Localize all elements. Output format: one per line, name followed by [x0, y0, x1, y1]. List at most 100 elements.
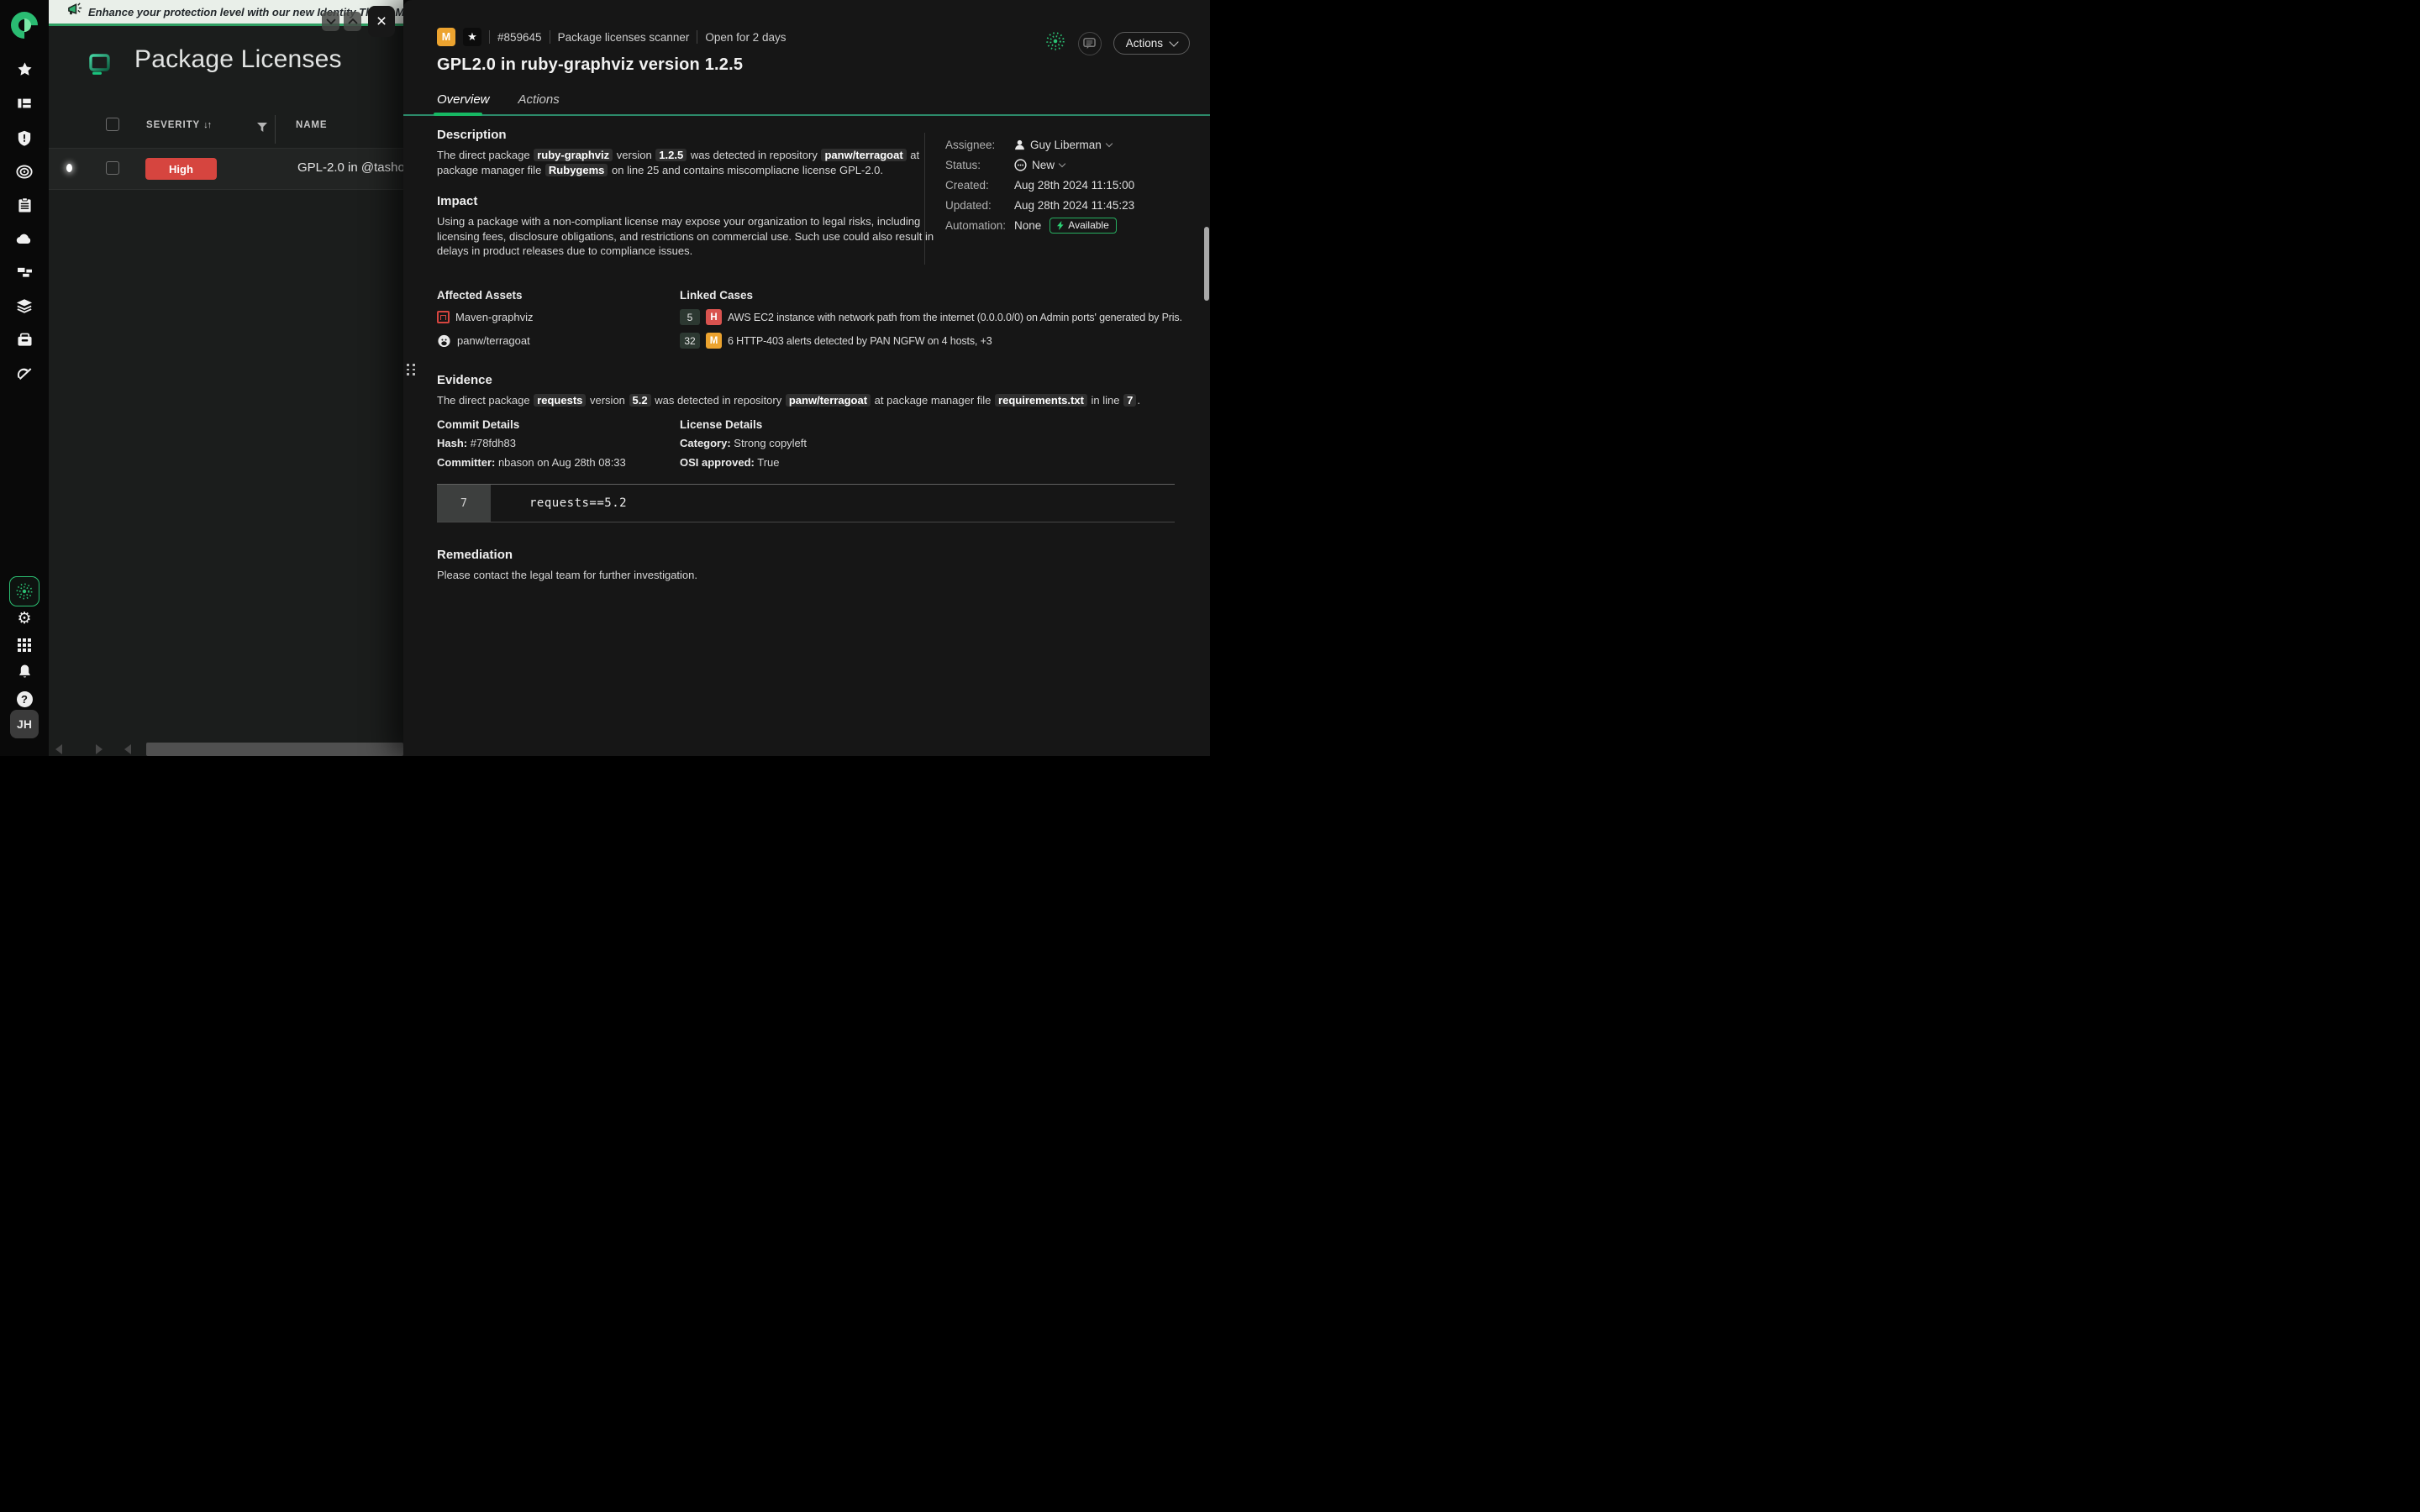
automation-available-button[interactable]: Available — [1050, 218, 1116, 234]
package-licenses-panel: Package Licenses SEVERITY↓↑ NAME High GP… — [49, 0, 403, 756]
favorite-star-button[interactable]: ★ — [463, 28, 481, 46]
license-details-heading: License Details — [680, 418, 762, 431]
gear-icon[interactable]: ⚙ — [16, 610, 33, 627]
hash-value: #78fdh83 — [467, 437, 516, 449]
scroll-left-arrow[interactable] — [55, 744, 62, 754]
committer-label: Committer: — [437, 456, 495, 469]
row-checkbox[interactable] — [106, 161, 119, 175]
issue-source: Package licenses scanner — [558, 31, 690, 44]
dashboard-icon[interactable] — [16, 95, 33, 112]
created-label: Created: — [945, 179, 1014, 192]
tab-underline — [403, 114, 1210, 116]
panel-resize-handle[interactable] — [406, 361, 416, 378]
active-module-dotted-burst-icon[interactable] — [9, 576, 39, 606]
cortex-logo[interactable] — [11, 12, 38, 39]
meta-sidebar: Assignee: Guy Liberman Status: New Creat… — [945, 135, 1134, 236]
assignee-label: Assignee: — [945, 139, 1014, 151]
bullseye-icon[interactable] — [16, 163, 33, 180]
tab-overview[interactable]: Overview — [437, 92, 490, 115]
scroll-right-arrow[interactable] — [96, 744, 103, 754]
linked-case-item[interactable]: 5 H AWS EC2 instance with network path f… — [680, 309, 1181, 325]
blocks-icon[interactable] — [16, 264, 33, 281]
module-monitor-icon — [89, 54, 110, 80]
column-divider — [275, 115, 276, 144]
code-line-number: 7 — [437, 485, 491, 522]
scroll-step-arrow[interactable] — [124, 744, 131, 754]
case-severity-badge-high: H — [706, 309, 722, 325]
evidence-text: The direct package requests version 5.2 … — [437, 393, 1176, 408]
severity-badge: High — [145, 158, 217, 180]
comments-button[interactable] — [1078, 32, 1102, 55]
actions-button[interactable]: Actions — [1113, 32, 1190, 55]
unread-dot — [66, 164, 72, 172]
user-avatar[interactable]: JH — [10, 710, 39, 738]
remediation-text: Please contact the legal team for furthe… — [437, 568, 697, 583]
next-issue-button[interactable] — [322, 12, 339, 31]
case-id: #859645 — [497, 31, 542, 44]
updated-label: Updated: — [945, 199, 1014, 212]
remediation-heading: Remediation — [437, 548, 513, 562]
header-actions: Actions — [1044, 30, 1190, 56]
select-all-checkbox[interactable] — [106, 118, 119, 131]
category-value: Strong copyleft — [731, 437, 807, 449]
panel-title: Package Licenses — [134, 45, 342, 74]
case-count-badge: 5 — [680, 309, 700, 325]
close-panel-button[interactable]: × — [368, 6, 395, 37]
bell-icon[interactable] — [16, 663, 33, 680]
case-count-badge: 32 — [680, 333, 700, 349]
person-icon — [1014, 139, 1025, 150]
column-name[interactable]: NAME — [296, 120, 327, 130]
created-value: Aug 28th 2024 11:15:00 — [1014, 179, 1134, 192]
automation-value: None — [1014, 219, 1041, 232]
filter-icon[interactable] — [257, 121, 267, 136]
impact-heading: Impact — [437, 194, 477, 208]
issue-age: Open for 2 days — [705, 31, 786, 44]
chevron-down-icon — [1059, 160, 1065, 167]
left-icon-rail: ⚙ ? JH — [0, 0, 49, 756]
report-icon[interactable] — [16, 197, 33, 213]
evidence-heading: Evidence — [437, 373, 492, 387]
sort-icon[interactable]: ↓↑ — [203, 120, 211, 130]
github-icon — [437, 333, 451, 348]
tab-actions[interactable]: Actions — [518, 92, 560, 115]
affected-assets: Affected Assets Maven-graphviz panw/terr… — [437, 289, 534, 349]
affected-assets-heading: Affected Assets — [437, 289, 534, 302]
horizontal-scrollbar[interactable] — [146, 743, 403, 756]
maven-icon — [437, 311, 450, 323]
osi-value: True — [755, 456, 780, 469]
issue-title: GPL2.0 in ruby-graphviz version 1.2.5 — [437, 55, 743, 75]
star-icon[interactable] — [16, 60, 33, 77]
status-new-icon — [1014, 159, 1027, 171]
asset-item[interactable]: panw/terragoat — [437, 333, 534, 349]
automation-burst-icon[interactable] — [1044, 30, 1066, 56]
commit-details-heading: Commit Details — [437, 418, 519, 431]
app-window: ⚙ ? JH Package Licenses SEVERITY↓↑ NAM — [0, 0, 1210, 756]
table-header: SEVERITY↓↑ NAME — [49, 111, 403, 149]
gauge-icon[interactable] — [16, 365, 33, 381]
issue-detail-panel: M ★ #859645 Package licenses scanner Ope… — [403, 0, 1210, 756]
column-severity[interactable]: SEVERITY↓↑ — [146, 120, 211, 130]
help-icon[interactable]: ? — [16, 690, 33, 707]
cloud-icon[interactable] — [16, 230, 33, 247]
updated-value: Aug 28th 2024 11:45:23 — [1014, 199, 1134, 212]
code-line-content: requests==5.2 — [491, 485, 627, 522]
lightning-icon — [1057, 221, 1064, 230]
active-tab-indicator — [434, 113, 482, 116]
shield-alert-icon[interactable] — [16, 129, 33, 146]
status-value[interactable]: New — [1014, 159, 1065, 171]
issue-header-row: M ★ #859645 Package licenses scanner Ope… — [437, 28, 786, 46]
vertical-scrollbar[interactable] — [1204, 227, 1209, 301]
previous-issue-button[interactable] — [344, 12, 361, 31]
layers-icon[interactable] — [16, 297, 33, 314]
table-row[interactable]: High GPL-2.0 in @tashop/ — [49, 149, 403, 190]
linked-case-item[interactable]: 32 M 6 HTTP-403 alerts detected by PAN N… — [680, 333, 1181, 349]
chevron-down-icon — [1169, 37, 1178, 46]
status-label: Status: — [945, 159, 1014, 171]
storage-icon[interactable] — [16, 331, 33, 348]
linked-cases: Linked Cases 5 H AWS EC2 instance with n… — [680, 289, 1181, 349]
app-grid-icon[interactable] — [16, 637, 33, 654]
asset-item[interactable]: Maven-graphviz — [437, 309, 534, 325]
assignee-value[interactable]: Guy Liberman — [1014, 139, 1112, 151]
code-snippet: 7 requests==5.2 — [437, 484, 1175, 522]
impact-text: Using a package with a non-compliant lic… — [437, 214, 941, 259]
